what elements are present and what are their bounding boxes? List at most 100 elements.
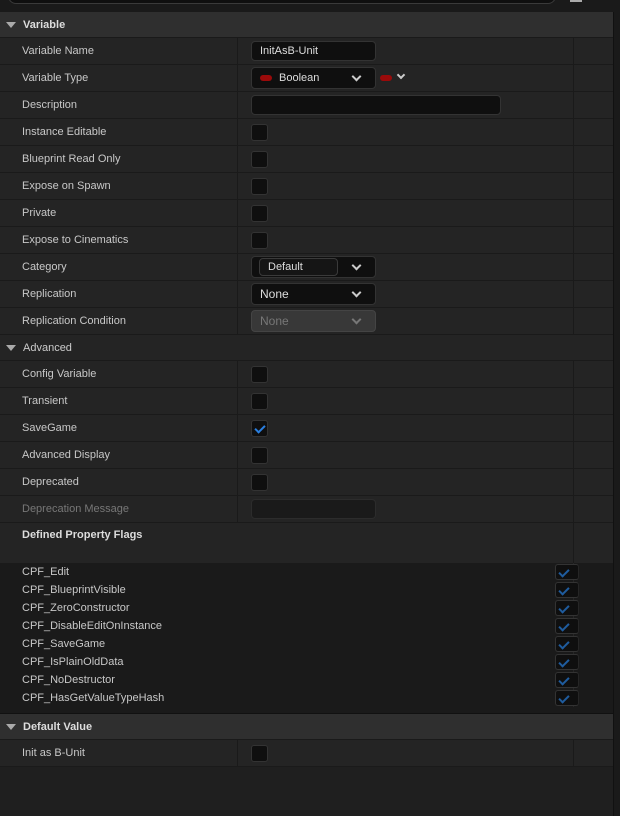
row-replication-condition: Replication Condition None (0, 308, 613, 335)
type-value: Boolean (279, 72, 320, 84)
row-blueprint-read-only: Blueprint Read Only (0, 146, 613, 173)
row-expose-to-cinematics: Expose to Cinematics (0, 227, 613, 254)
flag-label: CPF_HasGetValueTypeHash (22, 692, 165, 704)
label: Category (0, 254, 238, 280)
flag-checkbox (555, 636, 579, 652)
chevron-down-icon (396, 70, 406, 80)
flag-label: CPF_Edit (22, 566, 70, 578)
label: Transient (0, 388, 238, 414)
container-type-dropdown[interactable] (380, 68, 410, 88)
advanced-display-checkbox[interactable] (251, 446, 268, 464)
label: Description (0, 92, 238, 118)
flag-label: CPF_ZeroConstructor (22, 602, 130, 614)
row-deprecation-message: Deprecation Message (0, 496, 613, 523)
row-variable-name: Variable Name InitAsB-Unit (0, 38, 613, 65)
variable-type-dropdown[interactable]: Boolean (251, 67, 376, 89)
replication-dropdown[interactable]: None (251, 283, 376, 305)
instance-editable-checkbox[interactable] (251, 123, 268, 141)
details-panel: Variable Variable Name InitAsB-Unit Varia… (0, 12, 613, 767)
flag-checkbox (555, 672, 579, 688)
init-as-b-unit-checkbox[interactable] (251, 744, 268, 762)
section-default-value[interactable]: Default Value (0, 714, 613, 740)
description-input[interactable] (251, 95, 501, 115)
single-pin-icon (380, 75, 392, 81)
flag-item: CPF_BlueprintVisible (0, 581, 579, 599)
expose-on-spawn-checkbox[interactable] (251, 177, 268, 195)
label: Init as B-Unit (0, 740, 238, 766)
private-checkbox[interactable] (251, 204, 268, 222)
replication-value: None (260, 287, 289, 301)
label: Variable Name (0, 38, 238, 64)
boolean-pin-icon (260, 75, 272, 81)
collapse-icon[interactable] (6, 344, 16, 351)
collapse-icon[interactable] (6, 723, 16, 730)
collapse-icon[interactable] (6, 21, 16, 28)
label: Advanced Display (0, 442, 238, 468)
row-replication: Replication None (0, 281, 613, 308)
section-advanced[interactable]: Advanced (0, 335, 613, 361)
savegame-checkbox[interactable] (251, 419, 268, 437)
flag-item: CPF_DisableEditOnInstance (0, 617, 579, 635)
scrollbar[interactable] (613, 12, 620, 816)
flag-item: CPF_Edit (0, 563, 579, 581)
row-variable-type: Variable Type Boolean (0, 65, 613, 92)
search-input[interactable] (8, 0, 556, 4)
row-savegame: SaveGame (0, 415, 613, 442)
flag-item: CPF_HasGetValueTypeHash (0, 689, 579, 707)
label: Private (0, 200, 238, 226)
label: Config Variable (0, 361, 238, 387)
flag-label: CPF_NoDestructor (22, 674, 115, 686)
label: Blueprint Read Only (0, 146, 238, 172)
expose-to-cinematics-checkbox[interactable] (251, 231, 268, 249)
section-title: Variable (23, 18, 66, 31)
label: Variable Type (0, 65, 238, 91)
deprecated-checkbox[interactable] (251, 473, 268, 491)
label: Instance Editable (0, 119, 238, 145)
row-config-variable: Config Variable (0, 361, 613, 388)
label: Deprecation Message (0, 496, 238, 522)
flag-checkbox (555, 690, 579, 706)
label: Replication (0, 281, 238, 307)
transient-checkbox[interactable] (251, 392, 268, 410)
section-title: Default Value (23, 720, 93, 733)
label: Replication Condition (0, 308, 238, 334)
replication-condition-dropdown: None (251, 310, 376, 332)
label: SaveGame (0, 415, 238, 441)
flag-item: CPF_IsPlainOldData (0, 653, 579, 671)
variable-name-input[interactable]: InitAsB-Unit (251, 41, 376, 61)
row-category: Category Default (0, 254, 613, 281)
row-expose-on-spawn: Expose on Spawn (0, 173, 613, 200)
blueprint-read-only-checkbox[interactable] (251, 150, 268, 168)
flag-label: CPF_SaveGame (22, 638, 106, 650)
category-combo[interactable]: Default (251, 256, 376, 278)
deprecation-message-input (251, 499, 376, 519)
chevron-down-icon (351, 71, 362, 82)
flag-item: CPF_NoDestructor (0, 671, 579, 689)
flag-item: CPF_SaveGame (0, 635, 579, 653)
view-options-icon[interactable] (570, 0, 582, 2)
flag-label: CPF_IsPlainOldData (22, 656, 124, 668)
row-transient: Transient (0, 388, 613, 415)
section-title: Advanced (23, 341, 72, 354)
flag-checkbox (555, 654, 579, 670)
top-toolbar (0, 0, 620, 12)
defined-property-flags: Defined Property Flags CPF_Edit CPF_Bluep… (0, 523, 613, 714)
row-description: Description (0, 92, 613, 119)
category-input[interactable]: Default (259, 258, 338, 276)
config-variable-checkbox[interactable] (251, 365, 268, 383)
row-init-as-b-unit: Init as B-Unit (0, 740, 613, 767)
label: Expose on Spawn (0, 173, 238, 199)
row-private: Private (0, 200, 613, 227)
label: Expose to Cinematics (0, 227, 238, 253)
flag-checkbox (555, 582, 579, 598)
row-deprecated: Deprecated (0, 469, 613, 496)
flag-label: CPF_BlueprintVisible (22, 584, 126, 596)
flag-checkbox (555, 618, 579, 634)
chevron-down-icon (351, 287, 362, 298)
row-instance-editable: Instance Editable (0, 119, 613, 146)
section-variable[interactable]: Variable (0, 12, 613, 38)
row-advanced-display: Advanced Display (0, 442, 613, 469)
flag-label: CPF_DisableEditOnInstance (22, 620, 163, 632)
chevron-down-icon[interactable] (351, 260, 362, 271)
rep-condition-value: None (260, 314, 289, 328)
